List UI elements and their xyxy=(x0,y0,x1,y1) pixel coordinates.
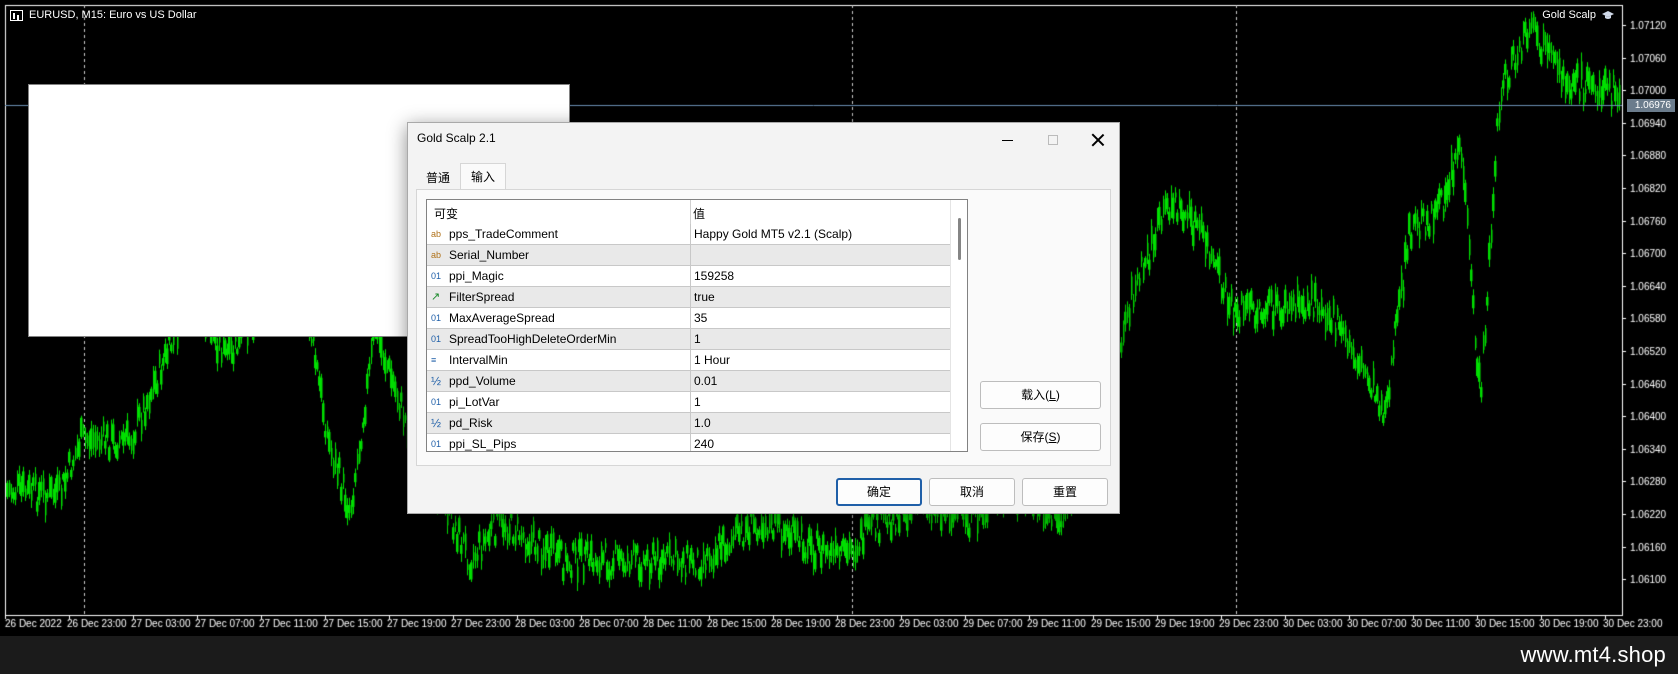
input-name: pd_Risk xyxy=(449,416,493,430)
column-header-variable[interactable]: 可变 xyxy=(434,205,458,222)
input-row[interactable]: ab Serial_Number xyxy=(427,245,950,266)
input-row[interactable]: ≡ IntervalMin 1 Hour xyxy=(427,350,950,371)
expert-advisor-label[interactable]: Gold Scalp xyxy=(1542,9,1614,21)
input-value[interactable]: 35 xyxy=(694,311,707,325)
input-value[interactable]: 159258 xyxy=(694,269,734,283)
input-row[interactable]: ½ pd_Risk 1.0 xyxy=(427,413,950,434)
input-name: IntervalMin xyxy=(449,353,508,367)
input-row[interactable]: ↗ FilterSpread true xyxy=(427,287,950,308)
input-value[interactable]: 0.01 xyxy=(694,374,717,388)
save-button[interactable]: 保存(S) xyxy=(980,423,1101,451)
input-value[interactable]: Happy Gold MT5 v2.1 (Scalp) xyxy=(694,227,852,241)
grid-rows: ab pps_TradeComment Happy Gold MT5 v2.1 (S… xyxy=(427,224,950,451)
maximize-button xyxy=(1030,123,1075,157)
watermark-bar: www.mt4.shop xyxy=(0,636,1678,674)
input-value[interactable]: 1 xyxy=(694,395,701,409)
integer-type-icon: 01 xyxy=(431,271,442,281)
ok-button[interactable]: 确定 xyxy=(836,478,922,506)
input-value[interactable]: 1 Hour xyxy=(694,353,730,367)
integer-type-icon: 01 xyxy=(431,397,442,407)
maximize-icon xyxy=(1047,135,1058,145)
input-row[interactable]: ½ ppd_Volume 0.01 xyxy=(427,371,950,392)
enum-type-icon: ≡ xyxy=(431,355,437,365)
column-header-value[interactable]: 值 xyxy=(693,205,705,222)
minimize-button[interactable] xyxy=(985,123,1030,157)
tab-common[interactable]: 普通 xyxy=(416,167,460,190)
input-row[interactable]: 01 pi_LotVar 1 xyxy=(427,392,950,413)
dialog-tabs: 普通 输入 xyxy=(416,163,507,191)
input-row[interactable]: ab pps_TradeComment Happy Gold MT5 v2.1 (S… xyxy=(427,224,950,245)
input-name: Serial_Number xyxy=(449,248,530,262)
double-type-icon: ½ xyxy=(431,416,442,430)
grid-scrollbar[interactable] xyxy=(950,200,967,451)
ea-properties-dialog: Gold Scalp 2.1 普通 输入 可变 值 ab pps_TradeCom… xyxy=(407,122,1120,514)
input-row[interactable]: 01 ppi_Magic 159258 xyxy=(427,266,950,287)
symbol-label: EURUSD, M15: Euro vs US Dollar xyxy=(29,9,197,21)
input-name: pps_TradeComment xyxy=(449,227,558,241)
watermark-text: www.mt4.shop xyxy=(1520,642,1666,667)
input-name: FilterSpread xyxy=(449,290,515,304)
graduation-cap-icon xyxy=(1602,11,1614,19)
reset-button[interactable]: 重置 xyxy=(1022,478,1108,506)
inputs-grid: 可变 值 ab pps_TradeComment Happy Gold MT5 v2… xyxy=(426,199,968,452)
tab-inputs[interactable]: 输入 xyxy=(460,163,507,191)
ea-name: Gold Scalp xyxy=(1542,9,1596,21)
close-icon xyxy=(1091,133,1105,147)
depth-of-market-icon[interactable] xyxy=(10,9,23,21)
load-button[interactable]: 载入(L) xyxy=(980,381,1101,409)
dialog-title: Gold Scalp 2.1 xyxy=(417,131,496,145)
input-value[interactable]: true xyxy=(694,290,715,304)
input-value[interactable]: 1 xyxy=(694,332,701,346)
input-name: ppd_Volume xyxy=(449,374,516,388)
scrollbar-thumb[interactable] xyxy=(958,218,961,260)
integer-type-icon: 01 xyxy=(431,439,442,449)
input-value[interactable]: 240 xyxy=(694,437,714,451)
current-price-tag: 1.06976 xyxy=(1627,99,1675,112)
input-name: MaxAverageSpread xyxy=(449,311,555,325)
integer-type-icon: 01 xyxy=(431,334,442,344)
close-button[interactable] xyxy=(1075,123,1120,157)
input-name: pi_LotVar xyxy=(449,395,500,409)
input-value[interactable]: 1.0 xyxy=(694,416,711,430)
double-type-icon: ½ xyxy=(431,374,442,388)
string-type-icon: ab xyxy=(431,250,442,260)
input-name: SpreadTooHighDeleteOrderMin xyxy=(449,332,617,346)
cancel-button[interactable]: 取消 xyxy=(929,478,1015,506)
integer-type-icon: 01 xyxy=(431,313,442,323)
input-row[interactable]: 01 ppi_SL_Pips 240 xyxy=(427,434,950,451)
input-name: ppi_SL_Pips xyxy=(449,437,517,451)
input-row[interactable]: 01 MaxAverageSpread 35 xyxy=(427,308,950,329)
boolean-type-icon: ↗ xyxy=(431,291,441,303)
input-name: ppi_Magic xyxy=(449,269,504,283)
input-row[interactable]: 01 SpreadTooHighDeleteOrderMin 1 xyxy=(427,329,950,350)
minimize-icon xyxy=(1002,139,1013,141)
string-type-icon: ab xyxy=(431,229,442,239)
grid-header: 可变 值 xyxy=(427,200,950,224)
chart-symbol-bar: EURUSD, M15: Euro vs US Dollar xyxy=(10,8,570,337)
dialog-titlebar[interactable]: Gold Scalp 2.1 xyxy=(408,123,1119,157)
